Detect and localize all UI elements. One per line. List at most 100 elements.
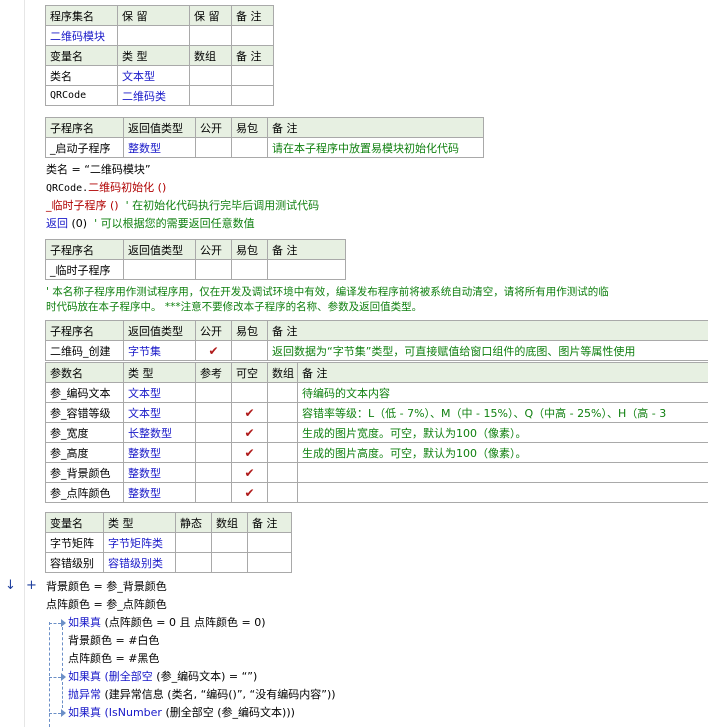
param-ref-cell[interactable] bbox=[195, 462, 232, 483]
var-type-cell[interactable]: 字节矩阵类 bbox=[103, 532, 176, 553]
table-row[interactable]: 参_容错等级 文本型 ✔ 容错率等级：L（低 - 7%）、M（中 - 15%）、… bbox=[45, 402, 708, 423]
public-check-icon[interactable]: ✔ bbox=[195, 340, 232, 361]
code-line[interactable]: 点阵颜色 = 参_点阵颜色 bbox=[46, 596, 167, 614]
table-row[interactable]: 参_编码文本 文本型 待编码的文本内容 bbox=[45, 382, 708, 403]
var-type-cell[interactable]: 文本型 bbox=[117, 65, 190, 86]
param-name-cell[interactable]: 参_容错等级 bbox=[45, 402, 124, 423]
param-name-cell[interactable]: 参_高度 bbox=[45, 442, 124, 463]
nullable-check-icon[interactable] bbox=[231, 382, 268, 403]
param-remark-cell[interactable]: 待编码的文本内容 bbox=[297, 382, 708, 403]
var-type-cell[interactable]: 容错级别类 bbox=[103, 552, 176, 573]
reserved-cell[interactable] bbox=[117, 25, 190, 46]
var-remark-cell[interactable] bbox=[231, 65, 274, 86]
current-line-arrow-icon[interactable]: ↓ bbox=[5, 578, 16, 593]
table-row[interactable]: 参_背景颜色 整数型 ✔ bbox=[45, 462, 708, 483]
param-remark-cell[interactable] bbox=[297, 482, 708, 503]
table-row[interactable]: 参_宽度 长整数型 ✔ 生成的图片宽度。可空，默认为100（像素）。 bbox=[45, 422, 708, 443]
code-line[interactable]: 如果真 (删全部空 (参_编码文本) = “”) bbox=[68, 668, 257, 686]
remark-cell[interactable] bbox=[267, 259, 346, 280]
param-remark-cell[interactable] bbox=[297, 462, 708, 483]
table-row[interactable]: 字节矩阵 字节矩阵类 bbox=[45, 532, 292, 553]
table-row[interactable]: _启动子程序 整数型 请在本子程序中放置易模块初始化代码 bbox=[45, 137, 484, 158]
sub-name-cell[interactable]: _启动子程序 bbox=[45, 137, 124, 158]
code-line[interactable]: 返回 (0) ' 可以根据您的需要返回任意数值 bbox=[46, 215, 255, 233]
return-type-cell[interactable]: 字节集 bbox=[123, 340, 196, 361]
var-array-cell[interactable] bbox=[189, 65, 232, 86]
table-row[interactable]: QRCode 二维码类 bbox=[45, 85, 274, 106]
table-row[interactable]: 参_点阵颜色 整数型 ✔ bbox=[45, 482, 708, 503]
table-row[interactable]: 二维码_创建 字节集 ✔ 返回数据为“字节集”类型，可直接赋值给窗口组件的底图、… bbox=[45, 340, 708, 361]
param-array-cell[interactable] bbox=[267, 462, 298, 483]
param-remark-cell[interactable]: 生成的图片宽度。可空，默认为100（像素）。 bbox=[297, 422, 708, 443]
param-name-cell[interactable]: 参_宽度 bbox=[45, 422, 124, 443]
static-cell[interactable] bbox=[175, 552, 212, 573]
nullable-check-icon[interactable]: ✔ bbox=[231, 482, 268, 503]
nullable-check-icon[interactable]: ✔ bbox=[231, 462, 268, 483]
table-row[interactable]: 参_高度 整数型 ✔ 生成的图片高度。可空，默认为100（像素）。 bbox=[45, 442, 708, 463]
sub-name-cell[interactable]: _临时子程序 bbox=[45, 259, 124, 280]
assembly-name-cell[interactable]: 二维码模块 bbox=[45, 25, 118, 46]
nullable-check-icon[interactable]: ✔ bbox=[231, 422, 268, 443]
var-array-cell[interactable] bbox=[211, 532, 248, 553]
code-line[interactable]: 如果真 (IsNumber (删全部空 (参_编码文本))) bbox=[68, 704, 295, 722]
param-ref-cell[interactable] bbox=[195, 422, 232, 443]
public-cell[interactable] bbox=[195, 137, 232, 158]
reserved-cell[interactable] bbox=[189, 25, 232, 46]
nullable-check-icon[interactable]: ✔ bbox=[231, 442, 268, 463]
param-name-cell[interactable]: 参_背景颜色 bbox=[45, 462, 124, 483]
code-line[interactable]: 点阵颜色 = #黑色 bbox=[68, 650, 159, 668]
table-row[interactable]: 类名 文本型 bbox=[45, 65, 274, 86]
code-line[interactable]: QRCode.二维码初始化 () bbox=[46, 179, 166, 197]
param-ref-cell[interactable] bbox=[195, 402, 232, 423]
expand-plus-icon[interactable]: + bbox=[26, 578, 37, 593]
epackage-cell[interactable] bbox=[231, 259, 268, 280]
param-ref-cell[interactable] bbox=[195, 382, 232, 403]
static-cell[interactable] bbox=[175, 532, 212, 553]
table-row[interactable]: _临时子程序 bbox=[45, 259, 346, 280]
param-name-cell[interactable]: 参_点阵颜色 bbox=[45, 482, 124, 503]
param-type-cell[interactable]: 长整数型 bbox=[123, 422, 196, 443]
var-array-cell[interactable] bbox=[211, 552, 248, 573]
var-remark-cell[interactable] bbox=[247, 552, 292, 573]
param-type-cell[interactable]: 文本型 bbox=[123, 402, 196, 423]
code-comment[interactable]: 时代码放在本子程序中。 ***注意不要修改本子程序的名称、参数及返回值类型。 bbox=[46, 298, 422, 316]
param-name-cell[interactable]: 参_编码文本 bbox=[45, 382, 124, 403]
param-type-cell[interactable]: 整数型 bbox=[123, 482, 196, 503]
remark-cell[interactable]: 返回数据为“字节集”类型，可直接赋值给窗口组件的底图、图片等属性使用 bbox=[267, 340, 708, 361]
param-ref-cell[interactable] bbox=[195, 482, 232, 503]
param-type-cell[interactable]: 文本型 bbox=[123, 382, 196, 403]
code-line[interactable]: 如果真 (点阵颜色 = 0 且 点阵颜色 = 0) bbox=[68, 614, 266, 632]
code-line[interactable]: 背景颜色 = 参_背景颜色 bbox=[46, 578, 167, 596]
var-name-cell[interactable]: 容错级别 bbox=[45, 552, 104, 573]
param-array-cell[interactable] bbox=[267, 442, 298, 463]
param-array-cell[interactable] bbox=[267, 402, 298, 423]
param-array-cell[interactable] bbox=[267, 482, 298, 503]
nullable-check-icon[interactable]: ✔ bbox=[231, 402, 268, 423]
param-type-cell[interactable]: 整数型 bbox=[123, 462, 196, 483]
param-remark-cell[interactable]: 生成的图片高度。可空，默认为100（像素）。 bbox=[297, 442, 708, 463]
public-cell[interactable] bbox=[195, 259, 232, 280]
epackage-cell[interactable] bbox=[231, 340, 268, 361]
param-array-cell[interactable] bbox=[267, 422, 298, 443]
table-row[interactable]: 容错级别 容错级别类 bbox=[45, 552, 292, 573]
param-remark-cell[interactable]: 容错率等级：L（低 - 7%）、M（中 - 15%）、Q（中高 - 25%）、H… bbox=[297, 402, 708, 423]
param-array-cell[interactable] bbox=[267, 382, 298, 403]
remark-cell[interactable] bbox=[231, 25, 274, 46]
var-remark-cell[interactable] bbox=[247, 532, 292, 553]
code-line[interactable]: 背景颜色 = #白色 bbox=[68, 632, 159, 650]
return-type-cell[interactable]: 整数型 bbox=[123, 137, 196, 158]
var-name-cell[interactable]: 类名 bbox=[45, 65, 118, 86]
code-line[interactable]: 类名 = “二维码模块” bbox=[46, 161, 151, 179]
code-line[interactable]: _临时子程序 () ' 在初始化代码执行完毕后调用测试代码 bbox=[46, 197, 319, 215]
param-ref-cell[interactable] bbox=[195, 442, 232, 463]
remark-cell[interactable]: 请在本子程序中放置易模块初始化代码 bbox=[267, 137, 484, 158]
var-remark-cell[interactable] bbox=[231, 85, 274, 106]
var-name-cell[interactable]: 字节矩阵 bbox=[45, 532, 104, 553]
epackage-cell[interactable] bbox=[231, 137, 268, 158]
table-row[interactable]: 二维码模块 bbox=[45, 25, 274, 46]
param-type-cell[interactable]: 整数型 bbox=[123, 442, 196, 463]
return-type-cell[interactable] bbox=[123, 259, 196, 280]
var-name-cell[interactable]: QRCode bbox=[45, 85, 118, 106]
sub-name-cell[interactable]: 二维码_创建 bbox=[45, 340, 124, 361]
gutter-markers[interactable]: ↓ + bbox=[5, 578, 37, 593]
